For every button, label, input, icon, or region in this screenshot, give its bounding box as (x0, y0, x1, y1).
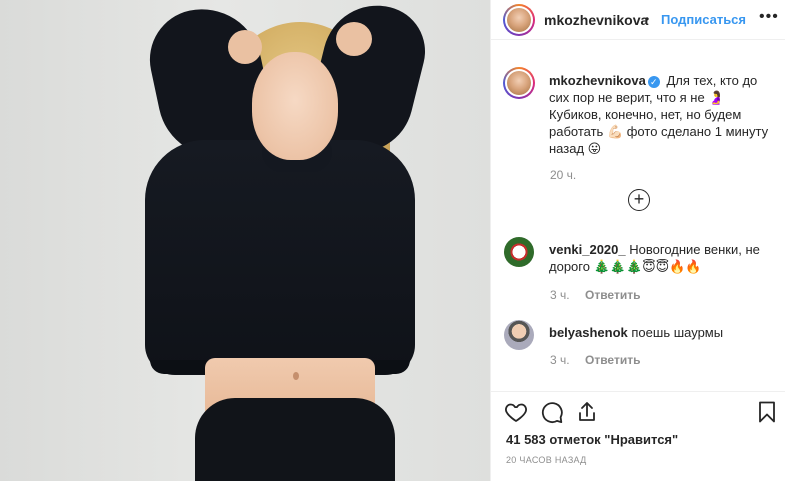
post-header: mkozhevnikova • Подписаться ••• (491, 0, 785, 40)
verified-badge-icon: ✓ (647, 76, 660, 88)
author-username[interactable]: mkozhevnikova (544, 12, 648, 28)
comment-item: belyashenok поешь шаурмы (549, 324, 771, 341)
caption-username[interactable]: mkozhevnikova (549, 73, 646, 88)
photo-hand-right (336, 22, 372, 56)
photo-hand-left (228, 30, 262, 64)
caption-avatar[interactable] (503, 67, 535, 99)
speech-bubble-icon[interactable] (540, 400, 566, 426)
more-options-icon[interactable]: ••• (759, 8, 779, 26)
comment-username[interactable]: venki_2020_ (549, 242, 626, 257)
reply-button[interactable]: Ответить (585, 288, 640, 302)
heart-icon[interactable] (504, 400, 530, 426)
comment-timestamp[interactable]: 3 ч. (550, 353, 570, 367)
share-arrow-icon[interactable] (575, 400, 601, 426)
likes-count[interactable]: 41 583 отметок "Нравится" (506, 432, 678, 447)
reply-button[interactable]: Ответить (585, 353, 640, 367)
photo-navel (293, 372, 299, 380)
comment-text: поешь шаурмы (631, 325, 724, 340)
plus-circle-icon[interactable]: + (628, 189, 650, 211)
commenter-avatar[interactable] (504, 237, 534, 267)
post-actions-bar (491, 391, 785, 436)
post-side-panel: mkozhevnikova • Подписаться ••• mkozhevn… (490, 0, 785, 481)
author-avatar[interactable] (503, 4, 535, 36)
photo-pants (195, 398, 395, 481)
post-caption: mkozhevnikova ✓ Для тех, кто до сих пор н… (549, 72, 771, 157)
follow-button[interactable]: Подписаться (661, 12, 746, 27)
post-photo[interactable] (0, 0, 490, 481)
header-separator: • (645, 12, 650, 26)
post-age[interactable]: 20 ЧАСОВ НАЗАД (506, 455, 587, 465)
comment-item: venki_2020_ Новогодние венки, не дорого … (549, 241, 771, 275)
caption-timestamp[interactable]: 20 ч. (550, 168, 576, 182)
photo-sweater (145, 140, 415, 375)
commenter-avatar[interactable] (504, 320, 534, 350)
photo-face (252, 52, 338, 160)
comment-username[interactable]: belyashenok (549, 325, 628, 340)
bookmark-icon[interactable] (755, 400, 781, 426)
comment-timestamp[interactable]: 3 ч. (550, 288, 570, 302)
